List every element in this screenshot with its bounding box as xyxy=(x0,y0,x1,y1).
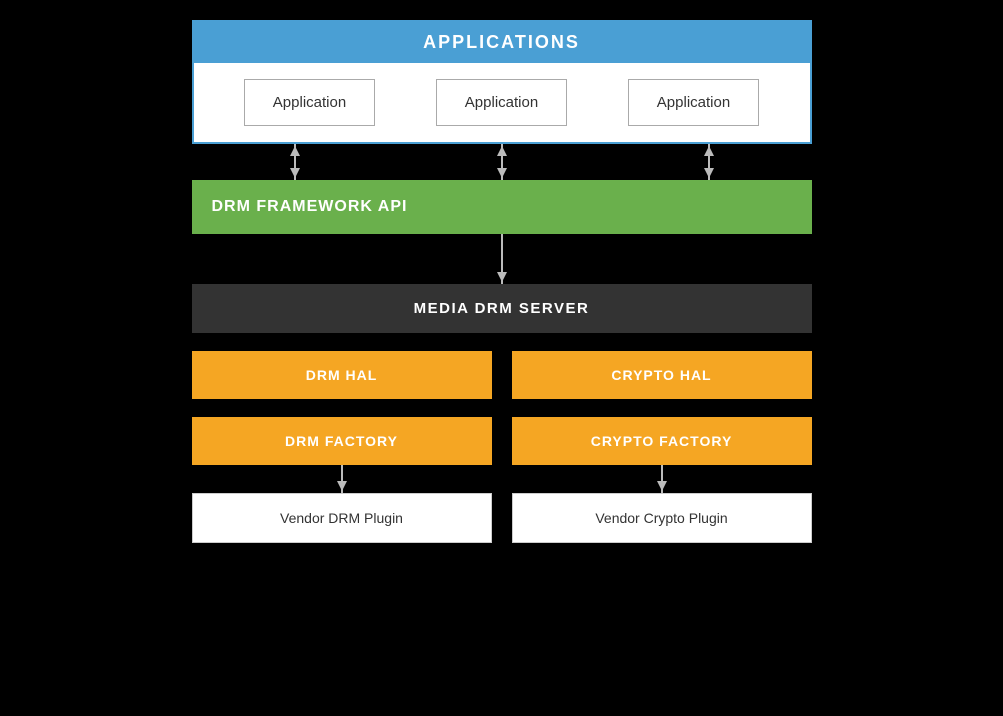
crypto-factory-label: CRYPTO FACTORY xyxy=(591,433,733,449)
app-label-1: Application xyxy=(273,94,346,111)
app-box-1: Application xyxy=(244,79,375,126)
drm-hal-box: DRM HAL xyxy=(192,351,492,399)
vendor-drm-label: Vendor DRM Plugin xyxy=(280,510,403,526)
applications-header: APPLICATIONS xyxy=(194,22,810,63)
app-box-3: Application xyxy=(628,79,759,126)
gap-1 xyxy=(192,234,812,284)
app-label-3: Application xyxy=(657,94,730,111)
app-label-2: Application xyxy=(465,94,538,111)
factory-row: DRM FACTORY CRYPTO FACTORY xyxy=(192,417,812,465)
arrows-app-to-drm xyxy=(192,144,812,180)
connector-drm-to-media xyxy=(192,234,812,284)
drm-factory-box: DRM FACTORY xyxy=(192,417,492,465)
app-box-2: Application xyxy=(436,79,567,126)
vendor-crypto-label: Vendor Crypto Plugin xyxy=(595,510,727,526)
vendor-crypto-box: Vendor Crypto Plugin xyxy=(512,493,812,543)
drm-framework-label: DRM FRAMEWORK API xyxy=(212,198,408,216)
drm-framework-block: DRM FRAMEWORK API xyxy=(192,180,812,234)
vendor-drm-box: Vendor DRM Plugin xyxy=(192,493,492,543)
crypto-factory-box: CRYPTO FACTORY xyxy=(512,417,812,465)
applications-body: Application Application Application xyxy=(194,63,810,142)
drm-factory-label: DRM FACTORY xyxy=(285,433,398,449)
diagram-container: APPLICATIONS Application Application App… xyxy=(192,20,812,543)
hal-row: DRM HAL CRYPTO HAL xyxy=(192,351,812,399)
arrows-factory-to-vendor xyxy=(192,465,812,493)
media-drm-label: MEDIA DRM SERVER xyxy=(414,300,590,317)
drm-hal-label: DRM HAL xyxy=(306,367,378,383)
media-drm-block: MEDIA DRM SERVER xyxy=(192,284,812,333)
spacer-2 xyxy=(192,399,812,417)
vendor-row: Vendor DRM Plugin Vendor Crypto Plugin xyxy=(192,493,812,543)
applications-block: APPLICATIONS Application Application App… xyxy=(192,20,812,144)
crypto-hal-box: CRYPTO HAL xyxy=(512,351,812,399)
spacer-1 xyxy=(192,333,812,351)
crypto-hal-label: CRYPTO HAL xyxy=(611,367,711,383)
